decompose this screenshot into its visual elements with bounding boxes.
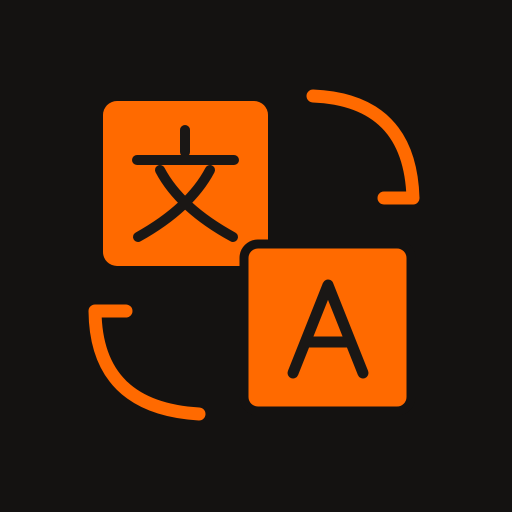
target-language-card [239, 239, 416, 416]
translate-app-icon [0, 0, 512, 512]
